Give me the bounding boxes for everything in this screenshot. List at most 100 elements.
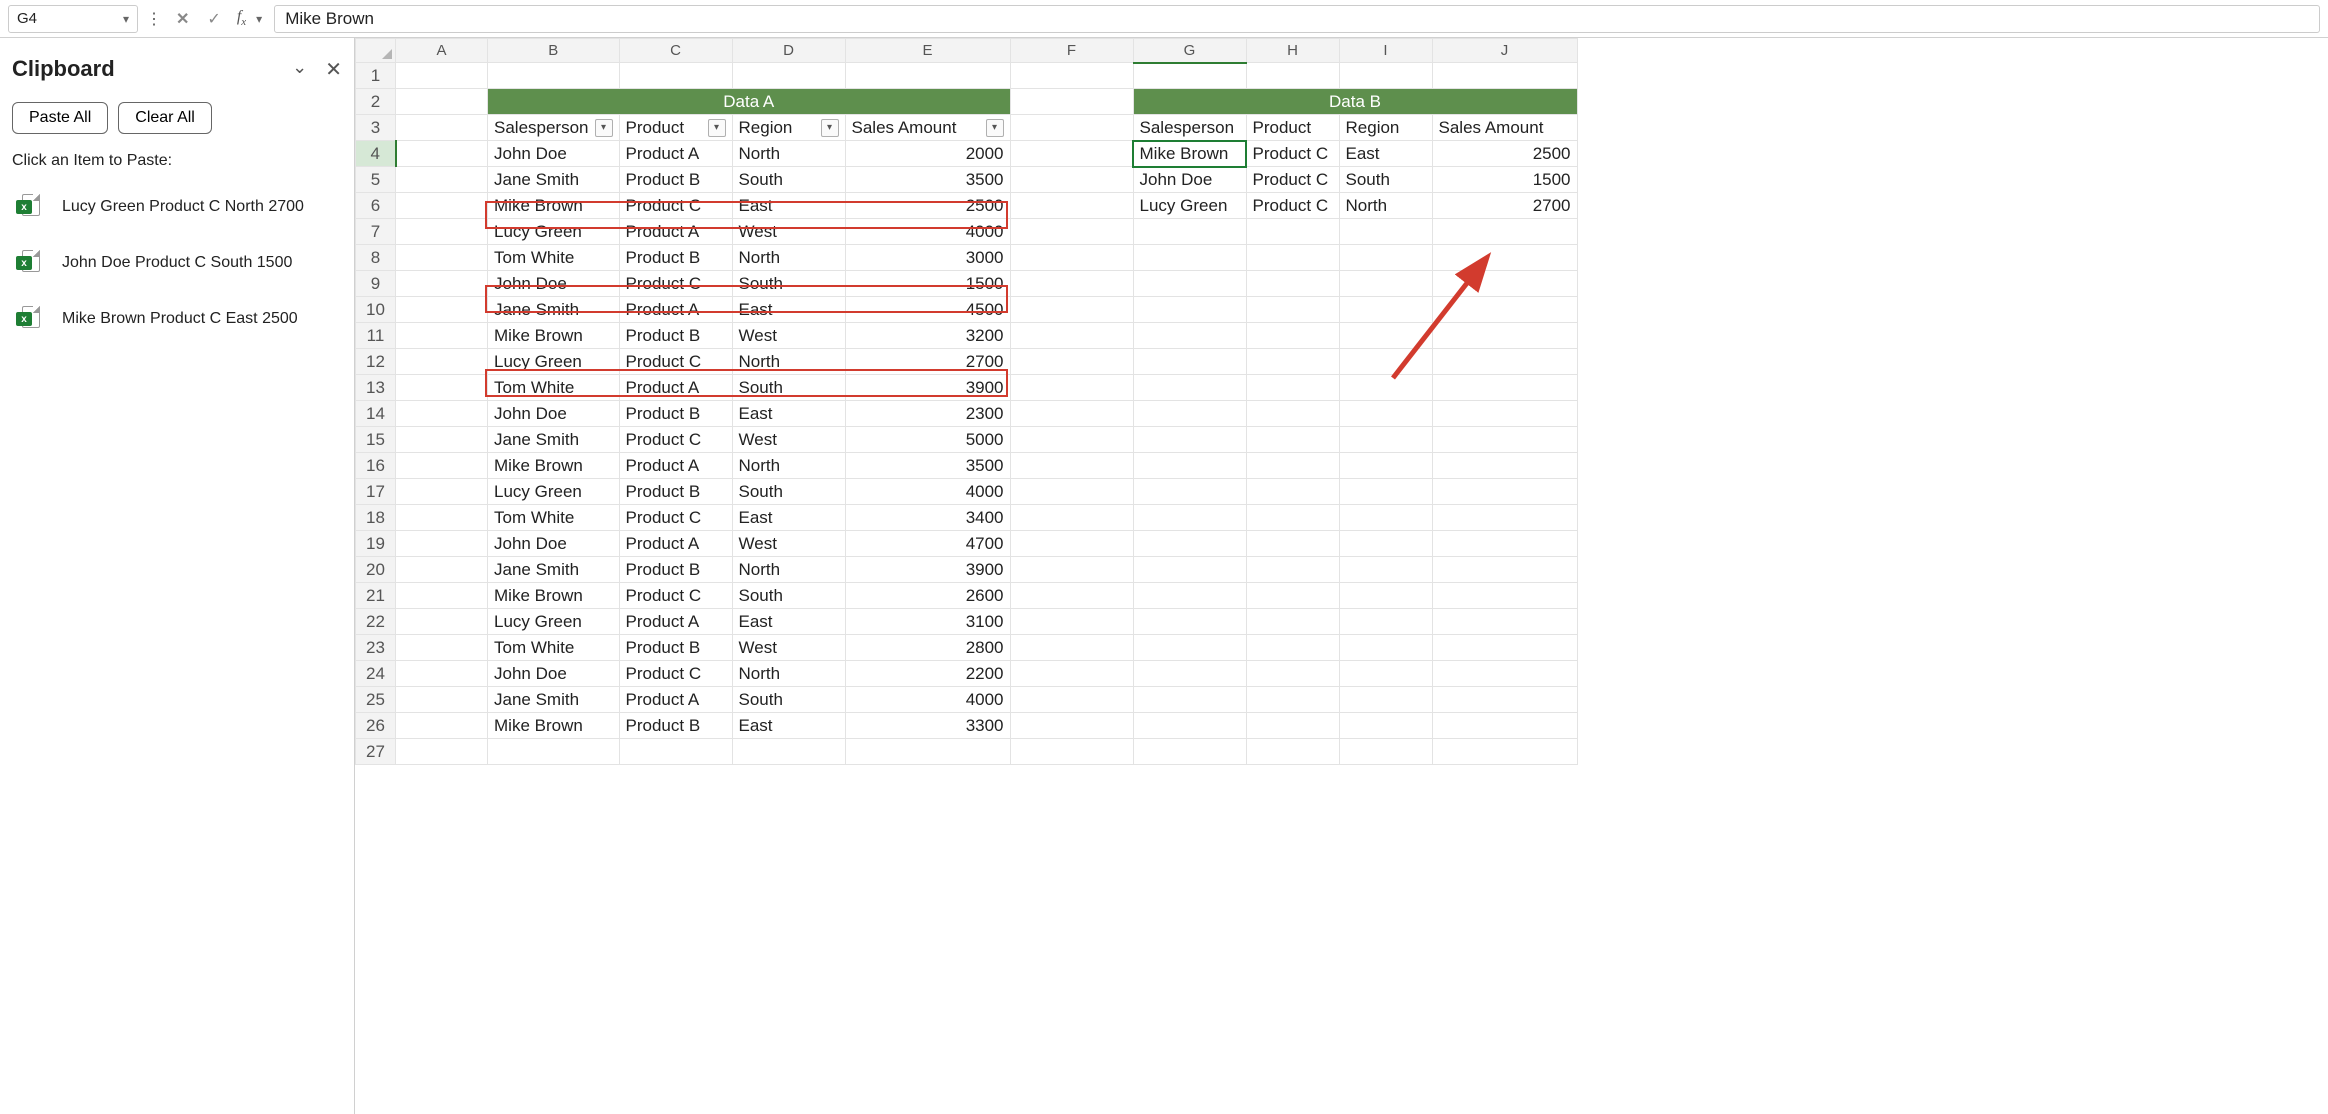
- cell[interactable]: Lucy Green: [488, 349, 620, 375]
- cell[interactable]: [1010, 375, 1133, 401]
- cell[interactable]: [1133, 557, 1246, 583]
- cell[interactable]: [1133, 271, 1246, 297]
- cell[interactable]: [1432, 63, 1577, 89]
- cell[interactable]: Jane Smith: [488, 427, 620, 453]
- cell[interactable]: [396, 401, 488, 427]
- row-header[interactable]: 24: [356, 661, 396, 687]
- cell[interactable]: John Doe: [488, 401, 620, 427]
- paste-all-button[interactable]: Paste All: [12, 102, 108, 134]
- cell[interactable]: [1246, 739, 1339, 765]
- cell[interactable]: 4500: [845, 297, 1010, 323]
- cell[interactable]: [1010, 739, 1133, 765]
- cell[interactable]: [396, 141, 488, 167]
- cell[interactable]: Product▾: [619, 115, 732, 141]
- cell[interactable]: [1432, 245, 1577, 271]
- cell[interactable]: Tom White: [488, 245, 620, 271]
- cell[interactable]: South: [732, 583, 845, 609]
- row-header[interactable]: 8: [356, 245, 396, 271]
- cell[interactable]: [1133, 349, 1246, 375]
- row-header[interactable]: 11: [356, 323, 396, 349]
- cell[interactable]: Sales Amount: [1432, 115, 1577, 141]
- cell[interactable]: [1432, 557, 1577, 583]
- column-header[interactable]: G: [1133, 39, 1246, 63]
- cell[interactable]: North: [732, 557, 845, 583]
- cell[interactable]: 2800: [845, 635, 1010, 661]
- row-header[interactable]: 18: [356, 505, 396, 531]
- cell[interactable]: South: [732, 479, 845, 505]
- cell[interactable]: [396, 557, 488, 583]
- column-header[interactable]: D: [732, 39, 845, 63]
- cell[interactable]: Product B: [619, 167, 732, 193]
- cell[interactable]: [1432, 531, 1577, 557]
- cell[interactable]: [1246, 557, 1339, 583]
- cell[interactable]: [1133, 531, 1246, 557]
- cell[interactable]: Mike Brown: [488, 193, 620, 219]
- cell[interactable]: South: [732, 687, 845, 713]
- cell[interactable]: 3300: [845, 713, 1010, 739]
- cell[interactable]: [1339, 739, 1432, 765]
- cell[interactable]: [1432, 713, 1577, 739]
- row-header[interactable]: 10: [356, 297, 396, 323]
- cell[interactable]: Mike Brown: [1133, 141, 1246, 167]
- cell[interactable]: West: [732, 427, 845, 453]
- row-header[interactable]: 13: [356, 375, 396, 401]
- cell[interactable]: [1432, 739, 1577, 765]
- cell[interactable]: [1432, 271, 1577, 297]
- cell[interactable]: [1010, 427, 1133, 453]
- cell[interactable]: [396, 323, 488, 349]
- cell[interactable]: [396, 297, 488, 323]
- cell[interactable]: [1246, 661, 1339, 687]
- cell[interactable]: West: [732, 219, 845, 245]
- clear-all-button[interactable]: Clear All: [118, 102, 212, 134]
- column-header[interactable]: F: [1010, 39, 1133, 63]
- cell[interactable]: [396, 583, 488, 609]
- cell[interactable]: [1010, 453, 1133, 479]
- row-header[interactable]: 20: [356, 557, 396, 583]
- cell[interactable]: Product C: [1246, 167, 1339, 193]
- cell[interactable]: Mike Brown: [488, 583, 620, 609]
- row-header[interactable]: 23: [356, 635, 396, 661]
- cell[interactable]: [1010, 141, 1133, 167]
- filter-dropdown-icon[interactable]: ▾: [821, 119, 839, 137]
- cell[interactable]: [396, 245, 488, 271]
- cell[interactable]: [1432, 219, 1577, 245]
- cell[interactable]: [1133, 297, 1246, 323]
- cell[interactable]: [1010, 271, 1133, 297]
- cell[interactable]: Product A: [619, 219, 732, 245]
- cell[interactable]: [1246, 427, 1339, 453]
- cell[interactable]: [396, 167, 488, 193]
- cell[interactable]: 2000: [845, 141, 1010, 167]
- cell[interactable]: [396, 375, 488, 401]
- cell[interactable]: Jane Smith: [488, 557, 620, 583]
- cell[interactable]: North: [732, 141, 845, 167]
- cell[interactable]: [1432, 453, 1577, 479]
- cell[interactable]: Product B: [619, 479, 732, 505]
- cell[interactable]: [1010, 245, 1133, 271]
- cell[interactable]: 4000: [845, 687, 1010, 713]
- cell[interactable]: [1246, 63, 1339, 89]
- cell[interactable]: [1133, 583, 1246, 609]
- column-header[interactable]: H: [1246, 39, 1339, 63]
- cell[interactable]: [1010, 505, 1133, 531]
- cell[interactable]: 2700: [1432, 193, 1577, 219]
- cell[interactable]: [1010, 89, 1133, 115]
- cell[interactable]: [1010, 479, 1133, 505]
- cell[interactable]: [1432, 687, 1577, 713]
- cell[interactable]: [1010, 713, 1133, 739]
- cell[interactable]: Product A: [619, 141, 732, 167]
- cell[interactable]: Mike Brown: [488, 713, 620, 739]
- cell[interactable]: [1133, 479, 1246, 505]
- cell[interactable]: [1246, 635, 1339, 661]
- cell[interactable]: Product A: [619, 453, 732, 479]
- cell[interactable]: [1010, 401, 1133, 427]
- cell[interactable]: [1246, 349, 1339, 375]
- cell[interactable]: South: [732, 375, 845, 401]
- cell[interactable]: 3100: [845, 609, 1010, 635]
- cell[interactable]: Product C: [1246, 193, 1339, 219]
- row-header[interactable]: 3: [356, 115, 396, 141]
- cell[interactable]: Product A: [619, 531, 732, 557]
- cell[interactable]: Product B: [619, 713, 732, 739]
- filter-dropdown-icon[interactable]: ▾: [595, 119, 613, 137]
- cell[interactable]: Product C: [619, 505, 732, 531]
- cell[interactable]: [1432, 297, 1577, 323]
